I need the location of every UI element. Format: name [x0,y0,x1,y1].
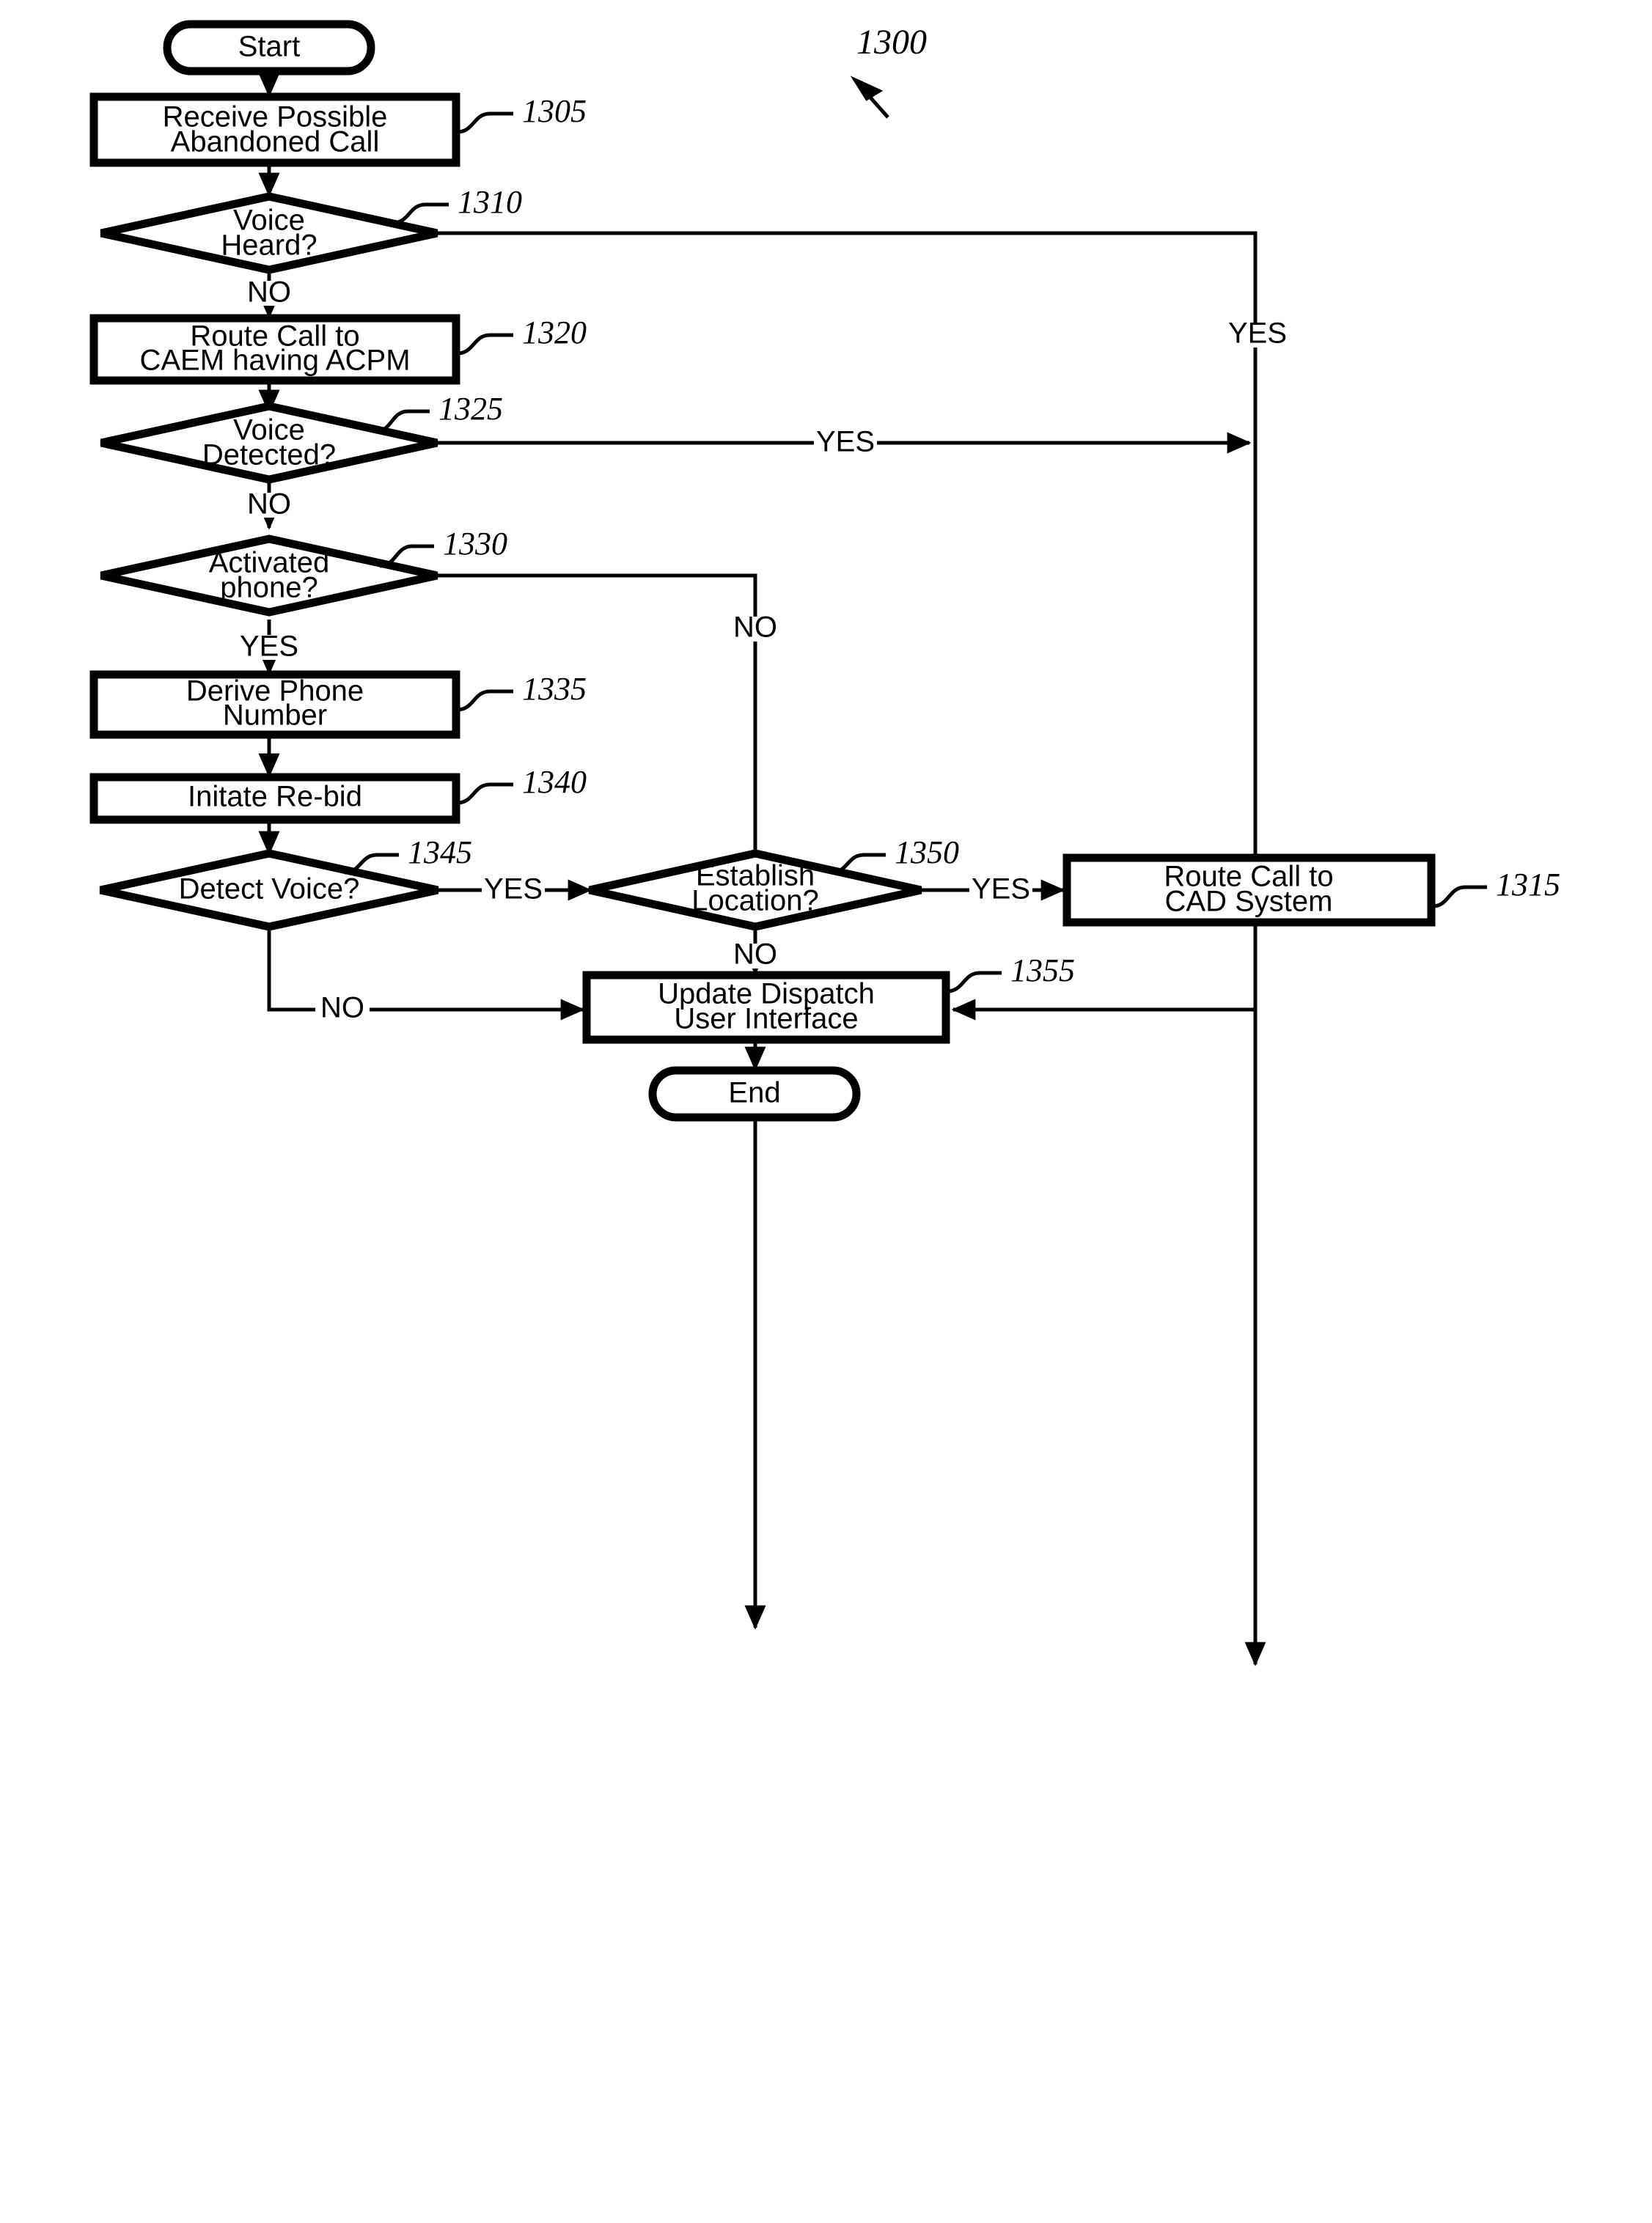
edge-label-yes-1330: YES [240,631,298,663]
ref-1355-label: 1355 [1010,952,1075,988]
ref-1325-leader [375,409,430,434]
node-1340: Initate Re-bid [89,773,460,824]
edge-label-yes-1345: YES [484,873,543,905]
ref-1330-leader [379,544,434,568]
ref-1320-group: 1320 [457,315,587,356]
node-1355: Update Dispatch User Interface [582,971,950,1044]
edge-label-no-1345: NO [320,992,364,1024]
node-1315: Route Call to CAD System [1062,853,1436,927]
ref-1335-leader [457,689,513,712]
edge-label-no-1310: NO [247,276,291,309]
end-label: End [728,1077,780,1109]
ref-1315-leader [1432,885,1487,908]
ref-1345-group: 1345 [344,834,472,875]
node-1325: Voice Detected? [100,402,438,484]
node-1330-line2: phone? [220,572,317,604]
ref-1315-label: 1315 [1496,867,1560,903]
ref-1345-label: 1345 [408,834,472,870]
edge-label-yes-1325: YES [816,426,875,458]
ref-1350-leader [831,853,886,875]
ref-1310-label: 1310 [458,184,522,220]
node-1330: Activated phone? [100,534,438,617]
ref-1340-label: 1340 [522,764,587,800]
ref-1305-leader [457,111,513,134]
node-1355-line2: User Interface [674,1003,858,1035]
edge-label-yes-1310: YES [1228,317,1287,350]
ref-1340-group: 1340 [457,764,587,805]
edge-label-no-1330: NO [733,611,777,644]
start-label: Start [238,31,300,63]
node-1350: Establish Location? [588,849,922,931]
ref-1325-group: 1325 [375,391,503,434]
ref-1355-leader [947,971,1002,993]
edge-1315-to-1355 [951,922,1258,1021]
ref-1310-group: 1310 [392,184,522,225]
node-1340-line1: Initate Re-bid [188,781,362,813]
node-1310: Voice Heard? [100,192,438,274]
node-1345-line1: Detect Voice? [179,873,360,905]
edge-label-no-1350: NO [733,938,777,971]
flowchart-canvas: Start Receive Possible Abandoned Call Vo… [89,20,1560,1667]
node-1320-line2: CAEM having ACPM [139,345,410,377]
ref-1330-group: 1330 [379,526,507,568]
flowchart-diagram: Start Receive Possible Abandoned Call Vo… [0,0,1652,2223]
figure-number-label: 1300 [856,23,927,62]
node-1345: Detect Voice? [99,849,439,931]
node-start: Start [163,20,375,76]
ref-1335-label: 1335 [522,671,587,707]
node-1305-line2: Abandoned Call [171,126,380,158]
ref-1345-leader [344,853,399,875]
ref-1335-group: 1335 [457,671,587,712]
edge-label-yes-1350: YES [972,873,1030,905]
ref-1305-label: 1305 [522,93,587,129]
ref-1355-group: 1355 [947,952,1075,993]
node-1305: Receive Possible Abandoned Call [89,92,460,167]
ref-1330-label: 1330 [443,526,507,562]
figure-reference-group: 1300 [850,23,927,119]
ref-1320-label: 1320 [522,315,587,350]
figure-arrow-head [850,76,884,101]
ref-1310-leader [392,202,449,225]
ref-1305-group: 1305 [457,93,587,134]
ref-1340-leader [457,782,513,805]
edge-label-no-1325: NO [247,488,291,521]
node-1320: Route Call to CAEM having ACPM [89,314,460,385]
ref-1320-leader [457,333,513,356]
node-1335-line2: Number [223,699,327,732]
ref-1350-label: 1350 [895,834,959,870]
ref-1315-group: 1315 [1432,867,1560,908]
node-1310-line2: Heard? [221,229,317,262]
node-1335: Derive Phone Number [89,670,460,739]
node-1350-line2: Location? [691,885,818,917]
node-1325-line2: Detected? [202,439,336,471]
ref-1325-label: 1325 [438,391,503,427]
node-end: End [648,1066,861,1122]
node-1315-line2: CAD System [1165,886,1333,918]
ref-1350-group: 1350 [831,834,959,875]
